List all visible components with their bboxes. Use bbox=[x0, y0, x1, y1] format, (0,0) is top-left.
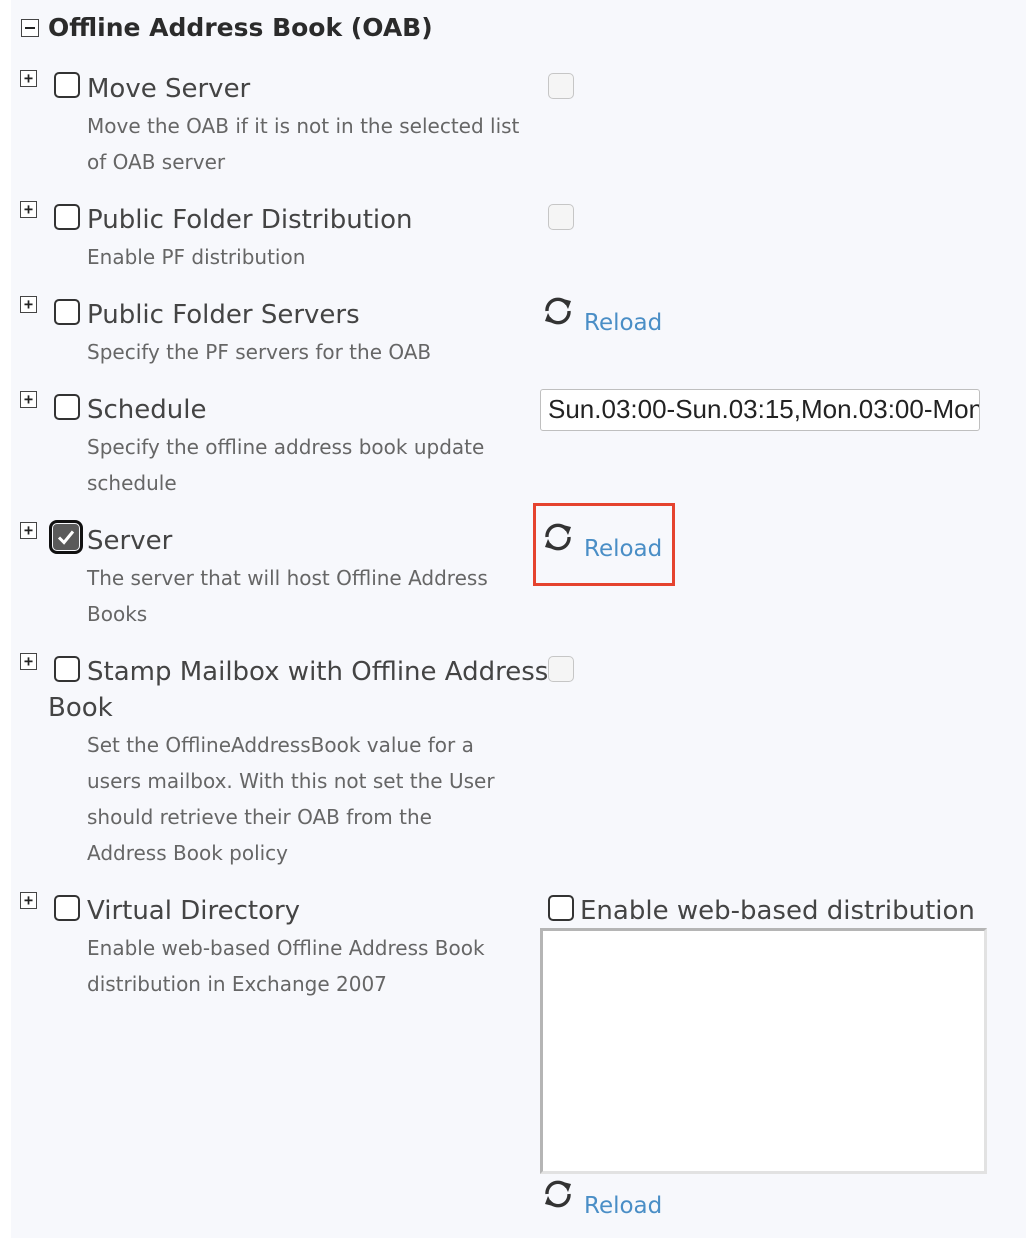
expand-icon[interactable]: + bbox=[20, 70, 37, 87]
refresh-icon[interactable] bbox=[541, 1177, 575, 1211]
server-description: The server that will host Offline Addres… bbox=[87, 566, 488, 626]
schedule-description: Specify the offline address book update … bbox=[87, 435, 485, 495]
pf-distribution-value-checkbox[interactable] bbox=[548, 204, 574, 230]
expand-icon[interactable]: + bbox=[20, 653, 37, 670]
server-checkbox[interactable] bbox=[49, 520, 83, 554]
virtual-directory-description: Enable web-based Offline Address Book di… bbox=[87, 936, 485, 996]
pf-distribution-checkbox[interactable] bbox=[54, 204, 80, 230]
pf-distribution-label: Public Folder Distribution bbox=[87, 205, 413, 235]
move-server-checkbox[interactable] bbox=[54, 72, 80, 98]
pf-servers-label: Public Folder Servers bbox=[87, 300, 360, 330]
virtual-directory-label: Virtual Directory bbox=[87, 896, 301, 926]
move-server-value-checkbox[interactable] bbox=[548, 73, 574, 99]
virtual-directory-list[interactable] bbox=[540, 928, 987, 1174]
schedule-label: Schedule bbox=[87, 395, 207, 425]
collapse-icon[interactable] bbox=[21, 19, 39, 37]
expand-icon[interactable]: + bbox=[20, 391, 37, 408]
schedule-checkbox[interactable] bbox=[54, 394, 80, 420]
stamp-mailbox-value-checkbox[interactable] bbox=[548, 656, 574, 682]
pf-servers-reload-link[interactable]: Reload bbox=[584, 308, 662, 338]
move-server-description: Move the OAB if it is not in the selecte… bbox=[87, 114, 520, 174]
stamp-mailbox-checkbox[interactable] bbox=[54, 656, 80, 682]
checkmark-icon bbox=[57, 530, 75, 545]
pf-servers-checkbox[interactable] bbox=[54, 299, 80, 325]
refresh-icon[interactable] bbox=[541, 294, 575, 328]
expand-icon[interactable]: + bbox=[20, 892, 37, 909]
enable-web-distribution-checkbox[interactable] bbox=[548, 895, 574, 921]
virtual-directory-checkbox[interactable] bbox=[54, 895, 80, 921]
stamp-mailbox-description: Set the OfflineAddressBook value for a u… bbox=[87, 733, 495, 865]
section-title: Offline Address Book (OAB) bbox=[48, 13, 433, 42]
expand-icon[interactable]: + bbox=[20, 522, 37, 539]
stamp-mailbox-label: Stamp Mailbox with Offline Address bbox=[87, 657, 549, 687]
expand-icon[interactable]: + bbox=[20, 296, 37, 313]
pf-distribution-description: Enable PF distribution bbox=[87, 245, 306, 269]
highlight-box bbox=[533, 503, 675, 586]
server-label: Server bbox=[87, 526, 173, 556]
expand-icon[interactable]: + bbox=[20, 201, 37, 218]
schedule-input[interactable]: Sun.03:00-Sun.03:15,Mon.03:00-Mon.03:15 bbox=[540, 389, 980, 431]
stamp-mailbox-label-continued: Book bbox=[48, 693, 113, 723]
pf-servers-description: Specify the PF servers for the OAB bbox=[87, 340, 432, 364]
virtual-directory-reload-link[interactable]: Reload bbox=[584, 1191, 662, 1221]
enable-web-distribution-label: Enable web-based distribution bbox=[580, 896, 975, 926]
move-server-label: Move Server bbox=[87, 74, 251, 104]
